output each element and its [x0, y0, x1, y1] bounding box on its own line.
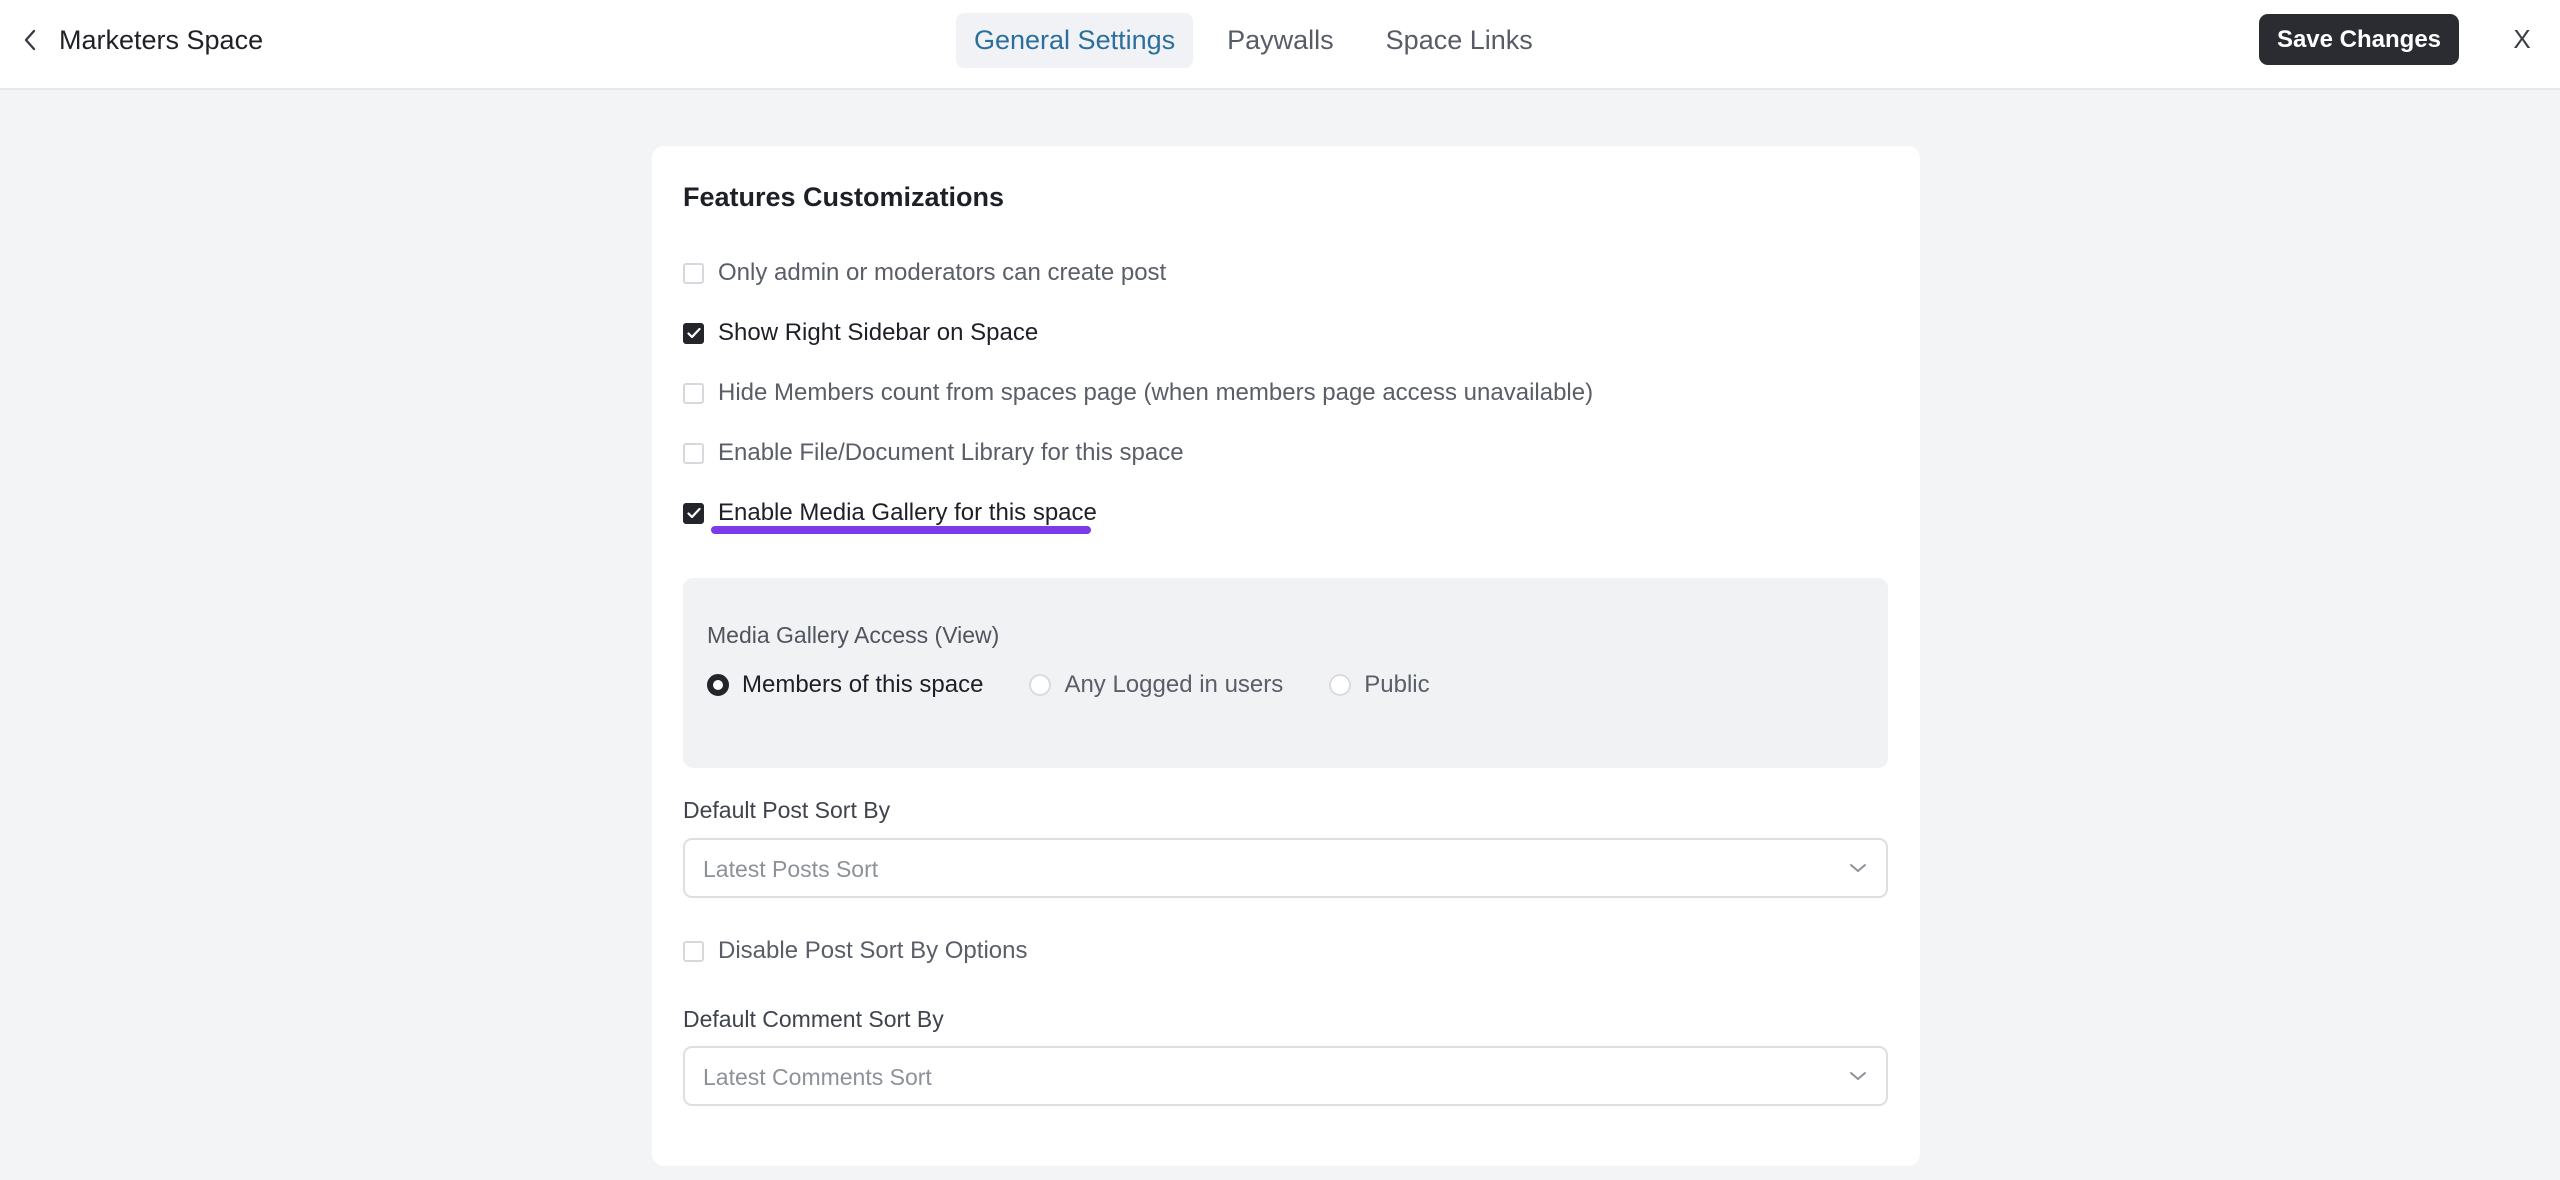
post-sort-label: Default Post Sort By	[683, 797, 891, 823]
section-title: Features Customizations	[683, 182, 1005, 212]
media-gallery-access-radios: Members of this space Any Logged in user…	[707, 668, 1476, 702]
option-hide-members-count[interactable]: Hide Members count from spaces page (whe…	[683, 376, 1593, 410]
radio[interactable]	[1029, 674, 1052, 696]
media-gallery-access-label: Media Gallery Access (View)	[707, 622, 1000, 648]
comment-sort-select[interactable]: Latest Comments Sort	[683, 1046, 1888, 1106]
select-value: Latest Posts Sort	[703, 856, 879, 882]
comment-sort-label: Default Comment Sort By	[683, 1006, 944, 1032]
checkbox[interactable]	[683, 442, 704, 464]
checkmark-icon	[686, 507, 701, 519]
tab-paywalls[interactable]: Paywalls	[1209, 13, 1352, 68]
select-value: Latest Comments Sort	[703, 1064, 932, 1090]
tab-space-links[interactable]: Space Links	[1368, 13, 1551, 68]
checkbox[interactable]	[683, 262, 704, 284]
radio-label: Public	[1364, 671, 1430, 698]
checkbox-checked[interactable]	[683, 502, 704, 524]
back-button[interactable]	[14, 22, 46, 58]
option-admin-only-posts[interactable]: Only admin or moderators can create post	[683, 256, 1166, 290]
chevron-down-icon	[1850, 864, 1866, 872]
option-label: Enable Media Gallery for this space	[718, 499, 1097, 526]
option-label: Disable Post Sort By Options	[718, 937, 1028, 964]
post-sort-select[interactable]: Latest Posts Sort	[683, 838, 1888, 898]
top-bar: Marketers Space General Settings Paywall…	[0, 0, 2560, 90]
radio-logged-in-users[interactable]: Any Logged in users	[1029, 671, 1283, 699]
checkbox[interactable]	[683, 382, 704, 404]
radio-selected[interactable]	[707, 674, 729, 696]
checkmark-icon	[686, 327, 701, 339]
option-media-gallery[interactable]: Enable Media Gallery for this space	[683, 496, 1097, 530]
chevron-down-icon	[1850, 1072, 1866, 1080]
option-right-sidebar[interactable]: Show Right Sidebar on Space	[683, 316, 1038, 350]
tab-general-settings[interactable]: General Settings	[956, 13, 1194, 68]
chevron-left-icon	[24, 29, 36, 51]
option-label: Enable File/Document Library for this sp…	[718, 439, 1184, 466]
radio[interactable]	[1329, 674, 1352, 696]
media-gallery-access-panel: Media Gallery Access (View) Members of t…	[683, 578, 1888, 768]
save-changes-button[interactable]: Save Changes	[2259, 14, 2459, 65]
space-title: Marketers Space	[59, 25, 264, 55]
radio-label: Members of this space	[742, 671, 984, 698]
option-file-library[interactable]: Enable File/Document Library for this sp…	[683, 436, 1184, 470]
settings-tabs: General Settings Paywalls Space Links	[956, 13, 1567, 68]
option-label: Hide Members count from spaces page (whe…	[718, 379, 1594, 406]
option-label: Only admin or moderators can create post	[718, 259, 1167, 286]
option-label: Show Right Sidebar on Space	[718, 319, 1039, 346]
radio-members-of-space[interactable]: Members of this space	[707, 671, 983, 699]
radio-public[interactable]: Public	[1329, 671, 1430, 699]
checkbox-checked[interactable]	[683, 322, 704, 344]
close-button[interactable]: X	[2510, 22, 2534, 56]
features-card: Features Customizations Only admin or mo…	[652, 146, 1920, 1166]
highlight-underline	[711, 526, 1091, 534]
radio-label: Any Logged in users	[1064, 671, 1284, 698]
checkbox[interactable]	[683, 940, 704, 962]
option-disable-post-sort[interactable]: Disable Post Sort By Options	[683, 934, 1027, 968]
